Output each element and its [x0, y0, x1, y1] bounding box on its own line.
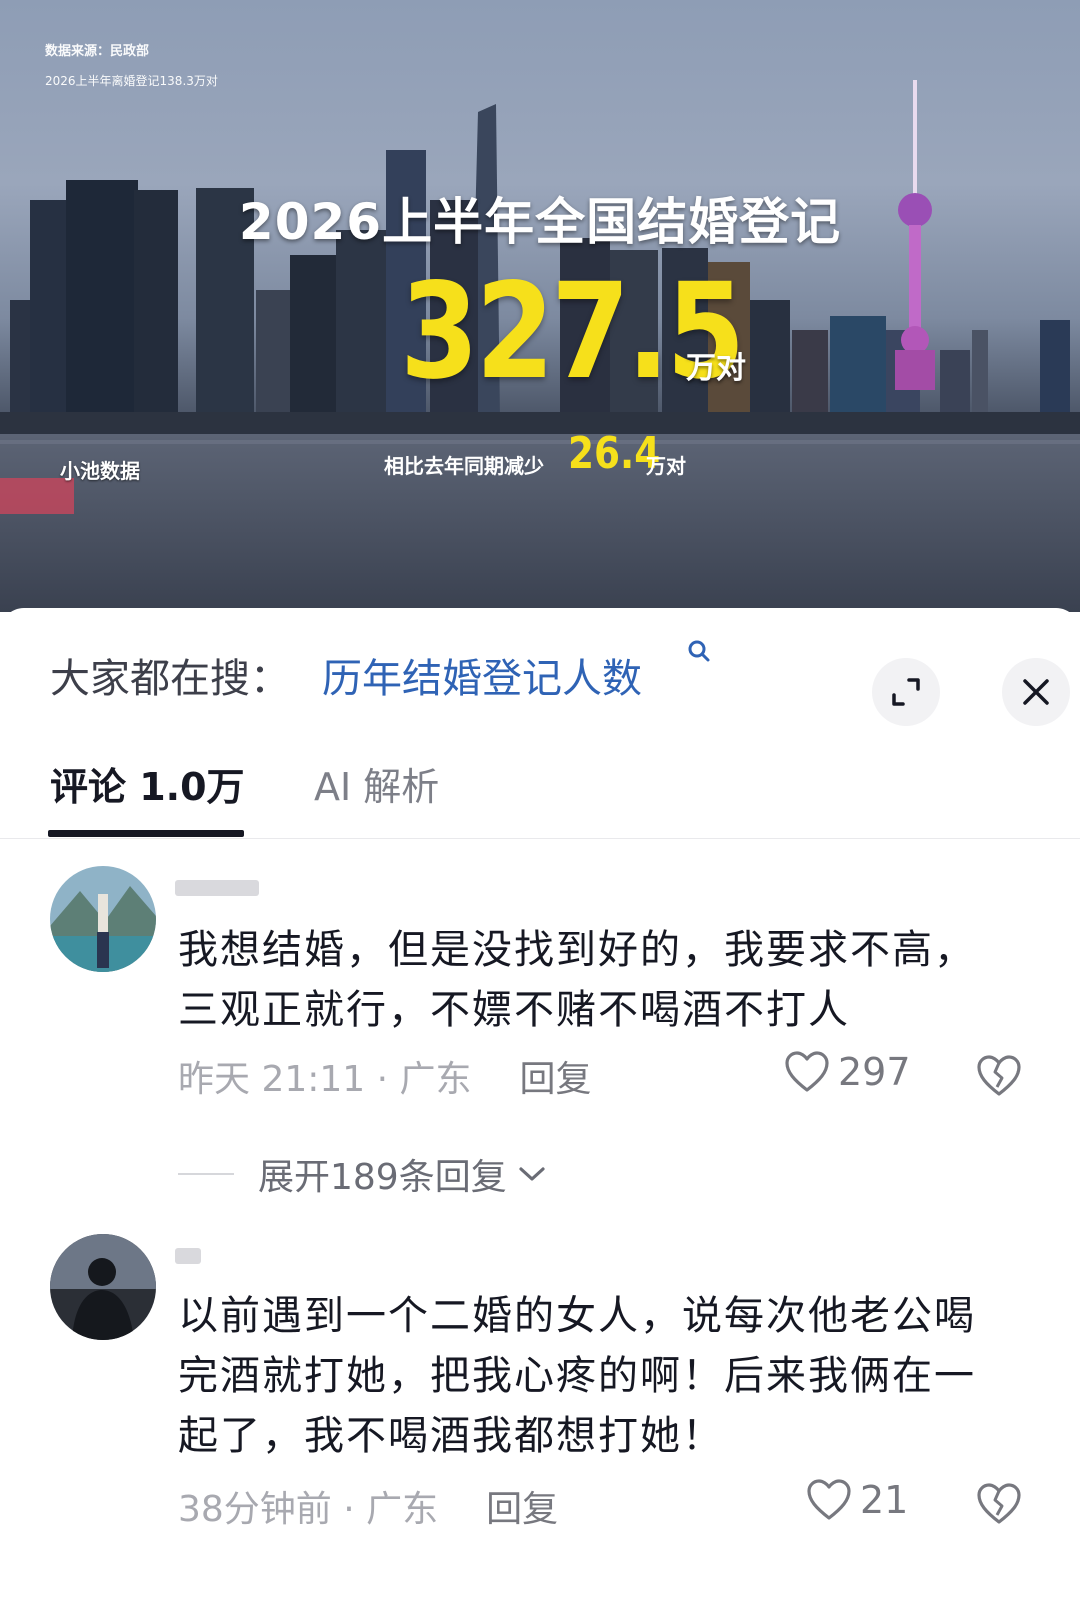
like-count: 297 [838, 1050, 911, 1094]
username[interactable] [175, 1248, 201, 1264]
broken-heart-icon [977, 1055, 1021, 1096]
active-tab-indicator [48, 830, 244, 837]
search-icon[interactable] [686, 638, 712, 668]
divorce-count-label: 2026上半年离婚登记138.3万对 [45, 74, 218, 88]
video-headline: 2026上半年全国结婚登记 [238, 193, 842, 251]
avatar-image [50, 866, 156, 972]
comment-text: 我想结婚，但是没找到好的，我要求不高，三观正就行，不嫖不赌不喝酒不打人 [178, 927, 976, 1033]
like-button[interactable]: 297 [784, 1050, 911, 1094]
video-frame[interactable]: 数据来源：民政部 2026上半年离婚登记138.3万对 2026上半年全国结婚登… [0, 0, 1080, 612]
chevron-down-icon [519, 1167, 545, 1181]
marriage-count-unit: 万对 [686, 351, 746, 386]
dislike-button[interactable] [976, 1054, 1022, 1102]
expand-replies-button[interactable]: 展开189条回复 [178, 1148, 547, 1200]
avatar[interactable] [50, 866, 156, 972]
close-button[interactable] [1002, 658, 1070, 726]
trending-search-link[interactable]: 历年结婚登记人数 [322, 646, 642, 704]
divider-line [178, 1173, 234, 1175]
close-icon [1023, 679, 1049, 705]
reply-button[interactable]: 回复 [486, 1489, 558, 1530]
compare-unit: 万对 [646, 454, 686, 478]
avatar[interactable] [50, 1234, 156, 1340]
username[interactable] [175, 880, 259, 896]
channel-watermark: 小池数据 [60, 459, 140, 483]
data-source-label: 数据来源：民政部 [45, 44, 150, 59]
comment-text: 以前遇到一个二婚的女人，说每次他老公喝完酒就打她，把我心疼的啊！后来我俩在一起了… [178, 1293, 976, 1459]
comment-time-location: 昨天 21:11 · 广东 [178, 1059, 472, 1100]
comment-meta: 38分钟前 · 广东 回复 [178, 1480, 558, 1532]
heart-icon [807, 1479, 851, 1520]
comment-meta: 昨天 21:11 · 广东 回复 [178, 1050, 592, 1102]
expand-button[interactable] [872, 658, 940, 726]
comment-time-location: 38分钟前 · 广东 [178, 1489, 439, 1530]
trending-search-row: 大家都在搜： 历年结婚登记人数 [50, 638, 1070, 726]
dislike-button[interactable] [976, 1482, 1022, 1530]
like-button[interactable]: 21 [806, 1478, 908, 1522]
tab-comments[interactable]: 评论 1.0万 [50, 756, 245, 811]
expand-icon [892, 678, 920, 706]
reply-button[interactable]: 回复 [520, 1059, 592, 1100]
trending-search-prefix: 大家都在搜： [50, 656, 290, 702]
comment-sheet: 大家都在搜： 历年结婚登记人数 评论 1.0万 AI 解析 我想结婚，但是没找到… [0, 608, 1080, 1608]
avatar-image [50, 1234, 156, 1340]
like-count: 21 [860, 1478, 909, 1522]
tab-ai-analysis[interactable]: AI 解析 [314, 756, 439, 811]
broken-heart-icon [977, 1483, 1021, 1524]
expand-replies-label: 展开189条回复 [258, 1157, 507, 1198]
heart-icon [785, 1051, 829, 1092]
comment-tabs: 评论 1.0万 AI 解析 [0, 748, 1080, 839]
compare-label: 相比去年同期减少 [384, 454, 544, 478]
